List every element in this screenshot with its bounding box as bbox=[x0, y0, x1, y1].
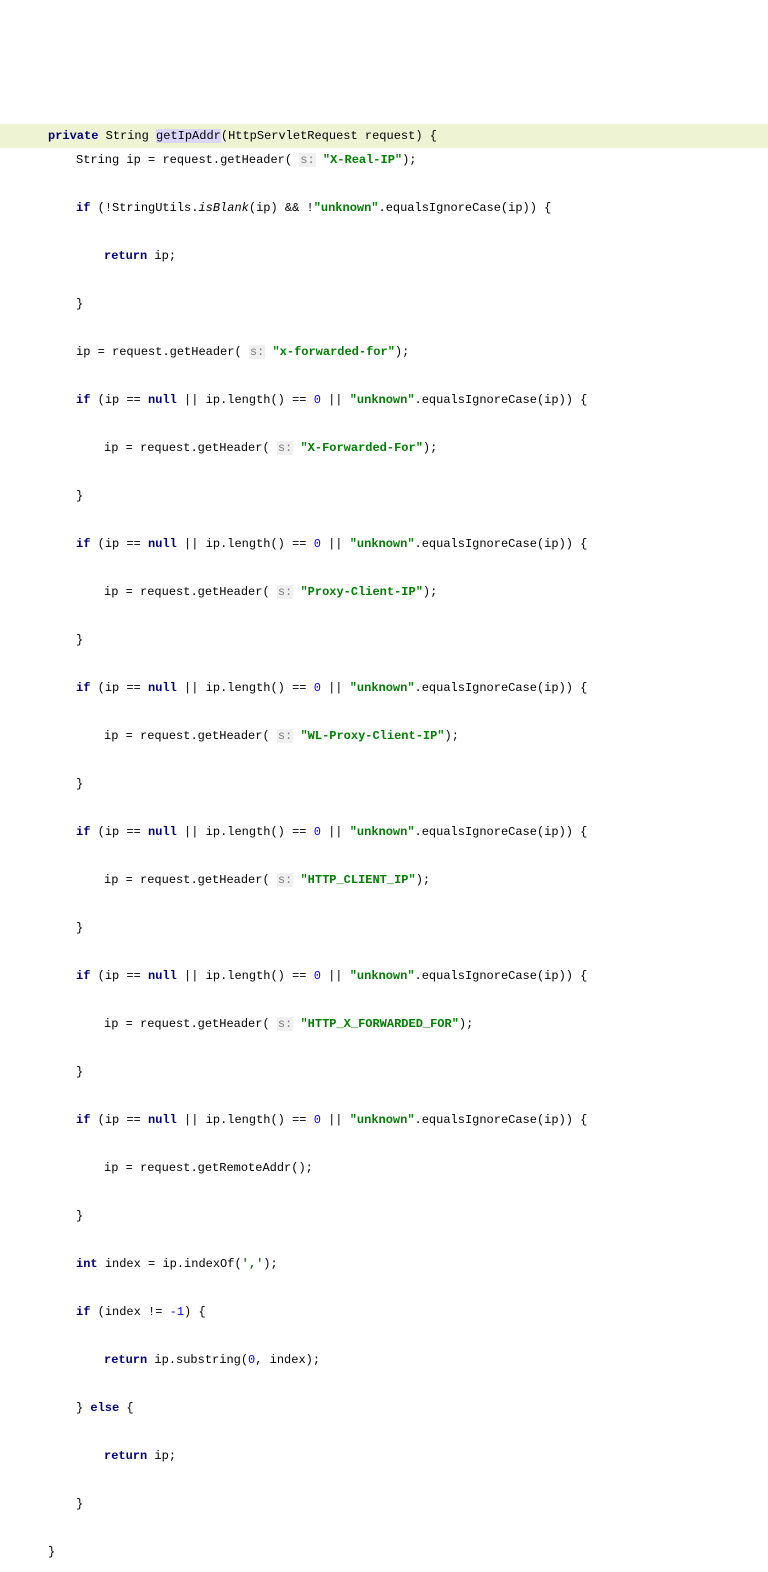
inlay-hint: s: bbox=[249, 345, 265, 359]
code-line: ip = request.getHeader( s: "WL-Proxy-Cli… bbox=[0, 724, 768, 748]
code-line: } bbox=[0, 772, 768, 796]
string-literal: "x-forwarded-for" bbox=[272, 345, 394, 359]
code-line: } bbox=[0, 1492, 768, 1516]
code-line: ip = request.getHeader( s: "x-forwarded-… bbox=[0, 340, 768, 364]
string-literal: "Proxy-Client-IP" bbox=[300, 585, 422, 599]
code-line: ip = request.getHeader( s: "HTTP_CLIENT_… bbox=[0, 868, 768, 892]
code-line: ip = request.getHeader( s: "HTTP_X_FORWA… bbox=[0, 1012, 768, 1036]
number-literal: -1 bbox=[170, 1305, 184, 1319]
method-name: getIpAddr bbox=[156, 129, 221, 143]
string-literal: "HTTP_X_FORWARDED_FOR" bbox=[300, 1017, 458, 1031]
inlay-hint: s: bbox=[299, 153, 315, 167]
keyword-private: private bbox=[48, 129, 98, 143]
code-editor-pane[interactable]: private String getIpAddr(HttpServletRequ… bbox=[0, 96, 768, 1572]
code-line: } else { bbox=[0, 1396, 768, 1420]
string-literal: "X-Forwarded-For" bbox=[300, 441, 422, 455]
number-literal: 0 bbox=[314, 393, 321, 407]
param-type: HttpServletRequest bbox=[228, 129, 358, 143]
string-literal: "HTTP_CLIENT_IP" bbox=[300, 873, 415, 887]
code-line: if (index != -1) { bbox=[0, 1300, 768, 1324]
code-line: if (ip == null || ip.length() == 0 || "u… bbox=[0, 532, 768, 556]
return-type: String bbox=[106, 129, 149, 143]
code-line: } bbox=[0, 916, 768, 940]
code-line: } bbox=[0, 292, 768, 316]
code-line: if (ip == null || ip.length() == 0 || "u… bbox=[0, 388, 768, 412]
code-line: ip = request.getHeader( s: "X-Forwarded-… bbox=[0, 436, 768, 460]
string-literal: "unknown" bbox=[350, 393, 415, 407]
inlay-hint: s: bbox=[277, 873, 293, 887]
code-line: return ip; bbox=[0, 1444, 768, 1468]
code-line: if (ip == null || ip.length() == 0 || "u… bbox=[0, 820, 768, 844]
code-line: } bbox=[0, 1204, 768, 1228]
code-line: if (ip == null || ip.length() == 0 || "u… bbox=[0, 1108, 768, 1132]
inlay-hint: s: bbox=[277, 441, 293, 455]
code-line: } bbox=[0, 628, 768, 652]
code-line: ip = request.getRemoteAddr(); bbox=[0, 1156, 768, 1180]
inlay-hint: s: bbox=[277, 729, 293, 743]
string-literal: "unknown" bbox=[314, 201, 379, 215]
code-line: } bbox=[0, 1060, 768, 1084]
string-literal: "WL-Proxy-Client-IP" bbox=[300, 729, 444, 743]
code-line: String ip = request.getHeader( s: "X-Rea… bbox=[0, 148, 768, 172]
code-line: return ip; bbox=[0, 244, 768, 268]
code-line: if (ip == null || ip.length() == 0 || "u… bbox=[0, 964, 768, 988]
code-line: ip = request.getHeader( s: "Proxy-Client… bbox=[0, 580, 768, 604]
code-line: return ip.substring(0, index); bbox=[0, 1348, 768, 1372]
inlay-hint: s: bbox=[277, 1017, 293, 1031]
method-declaration: private String getIpAddr(HttpServletRequ… bbox=[0, 124, 768, 148]
code-line: if (ip == null || ip.length() == 0 || "u… bbox=[0, 676, 768, 700]
code-line: } bbox=[0, 484, 768, 508]
code-line: int index = ip.indexOf(','); bbox=[0, 1252, 768, 1276]
inlay-hint: s: bbox=[277, 585, 293, 599]
string-literal: "X-Real-IP" bbox=[323, 153, 402, 167]
char-literal: ',' bbox=[242, 1257, 264, 1271]
code-line: if (!StringUtils.isBlank(ip) && !"unknow… bbox=[0, 196, 768, 220]
code-line: } bbox=[0, 1540, 768, 1564]
param-name: request bbox=[365, 129, 415, 143]
